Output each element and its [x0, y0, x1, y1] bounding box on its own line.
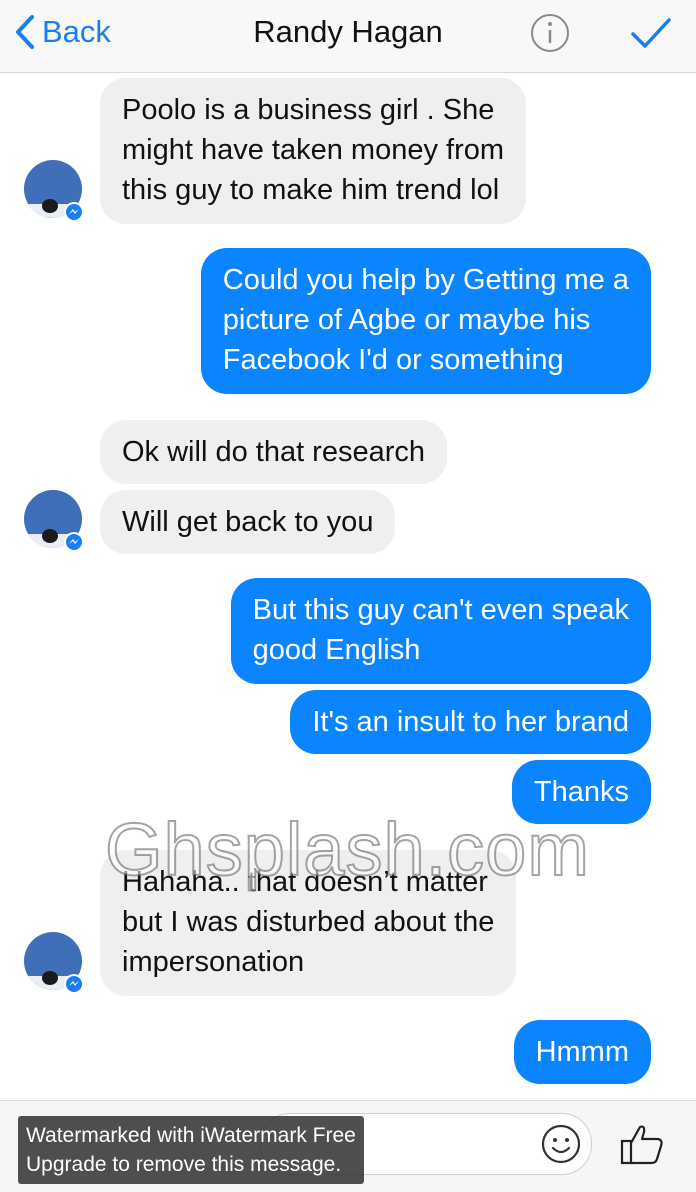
- message-line: Could you help by Getting me a: [222, 264, 629, 296]
- message-bubble-incoming[interactable]: Ok will do that research: [100, 420, 448, 484]
- message-bubble-incoming[interactable]: Poolo is a business girl . She might hav…: [100, 78, 527, 224]
- banner-line: Upgrade to remove this message.: [26, 1153, 342, 1176]
- contact-name: Randy Hagan: [253, 14, 443, 49]
- checkmark-icon[interactable]: [630, 16, 672, 50]
- message-bubble-outgoing[interactable]: It's an insult to her brand: [290, 690, 651, 754]
- message-bubble-incoming[interactable]: Will get back to you: [100, 490, 396, 554]
- banner-line: Watermarked with iWatermark Free: [26, 1124, 356, 1147]
- message-bubble-outgoing[interactable]: Thanks: [511, 760, 651, 824]
- message-line: Will get back to you: [122, 506, 374, 538]
- info-icon[interactable]: [530, 13, 570, 53]
- chat-header: Back Randy Hagan: [0, 0, 696, 73]
- message-line: Facebook I'd or something: [222, 344, 564, 376]
- avatar[interactable]: [24, 490, 86, 552]
- message-line: good English: [252, 634, 421, 666]
- message-line: Poolo is a business girl . She: [122, 94, 495, 126]
- message-line: this guy to make him trend lol: [122, 174, 500, 206]
- message-line: It's an insult to her brand: [312, 706, 629, 738]
- message-bubble-outgoing[interactable]: But this guy can't even speak good Engli…: [230, 578, 651, 684]
- message-bubble-outgoing[interactable]: Could you help by Getting me a picture o…: [200, 248, 651, 394]
- avatar[interactable]: [24, 160, 86, 222]
- message-line: picture of Agbe or maybe his: [222, 304, 591, 336]
- message-line: Hmmm: [535, 1036, 629, 1068]
- thumbs-up-icon[interactable]: [618, 1121, 666, 1167]
- message-line: Hahaha.. that doesn’t matter: [122, 866, 488, 898]
- message-bubble-incoming[interactable]: Hahaha.. that doesn’t matter but I was d…: [100, 850, 517, 996]
- avatar[interactable]: [24, 932, 86, 994]
- message-line: But this guy can't even speak: [252, 594, 629, 626]
- message-line: Thanks: [533, 776, 629, 808]
- message-line: impersonation: [122, 946, 305, 978]
- message-line: might have taken money from: [122, 134, 505, 166]
- watermark-banner: Watermarked with iWatermark Free Upgrade…: [18, 1116, 364, 1184]
- message-line: Ok will do that research: [122, 436, 426, 468]
- smile-icon[interactable]: [540, 1123, 582, 1165]
- message-bubble-outgoing[interactable]: Hmmm: [513, 1020, 651, 1084]
- message-line: but I was disturbed about the: [122, 906, 495, 938]
